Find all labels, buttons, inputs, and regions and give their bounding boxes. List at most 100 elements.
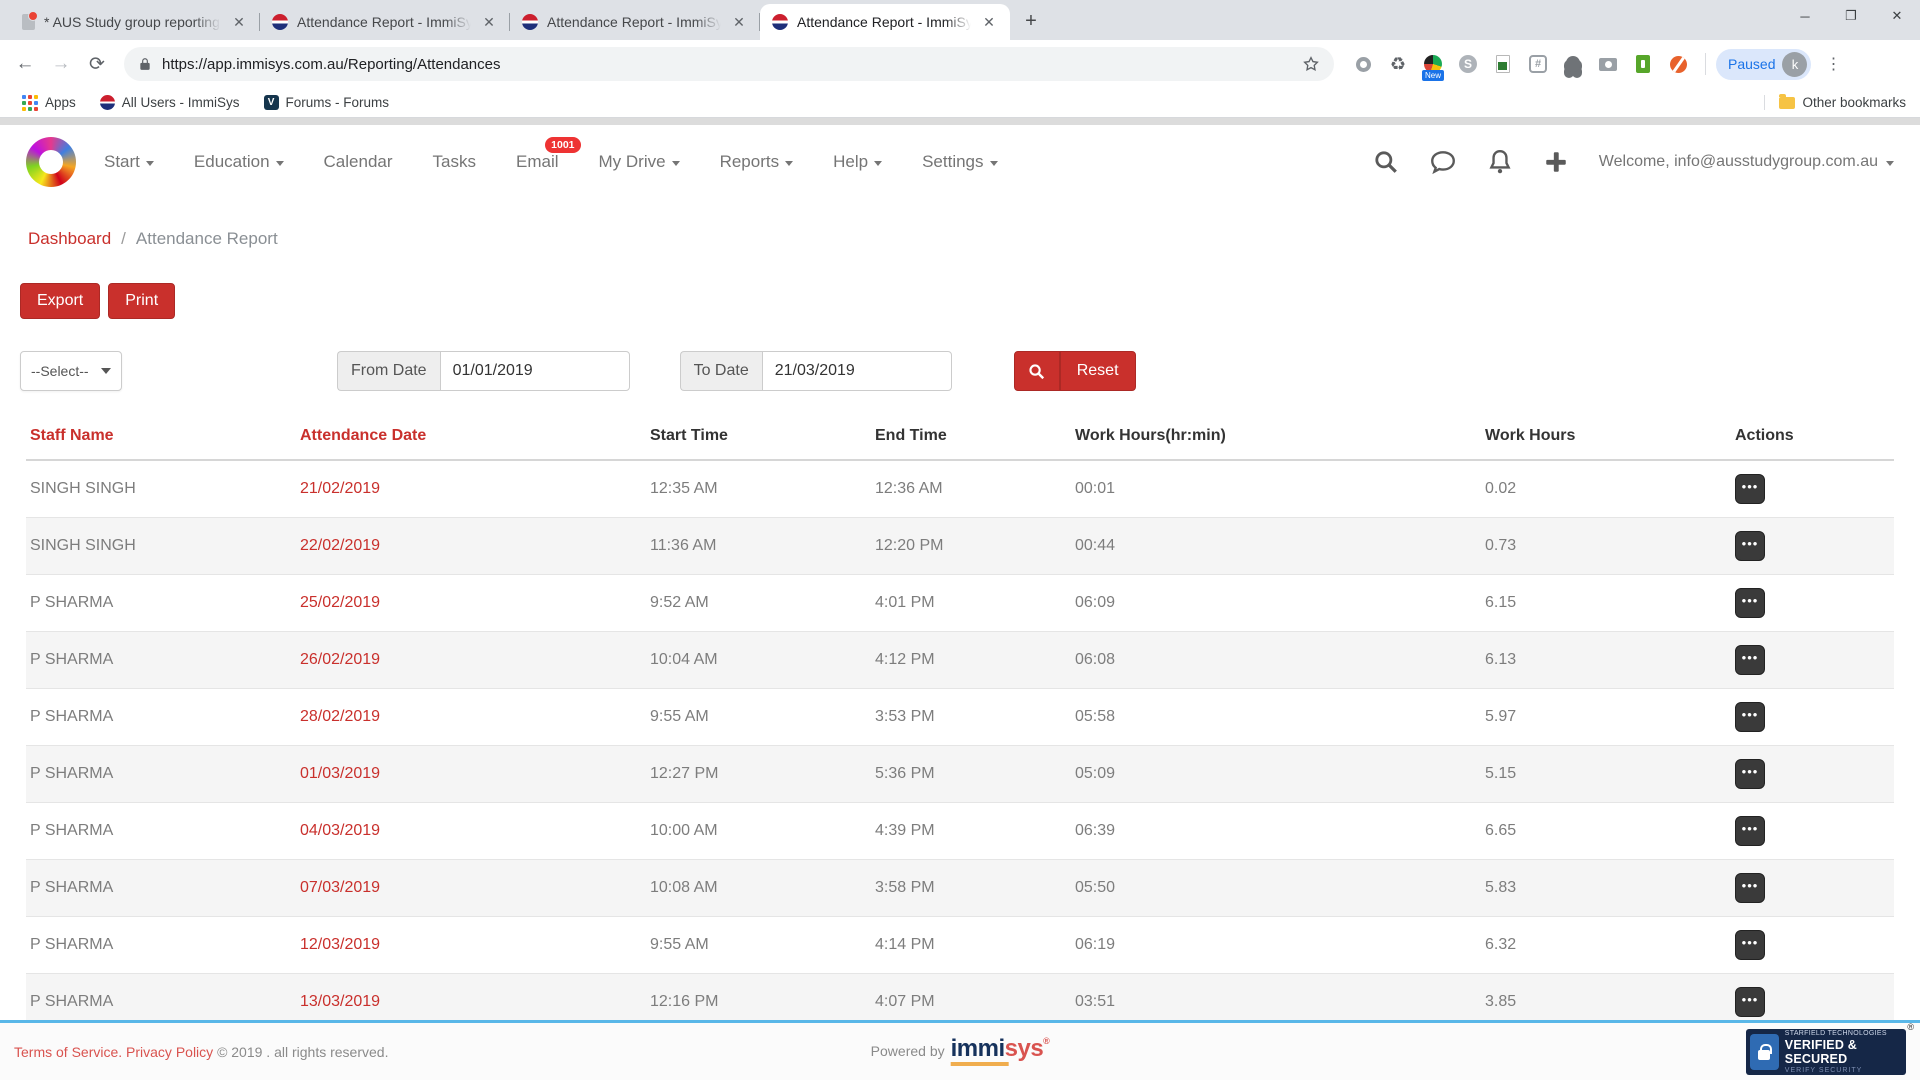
privacy-link[interactable]: Privacy Policy <box>126 1044 213 1060</box>
nav-reports[interactable]: Reports <box>720 152 794 172</box>
bookmark-all-users[interactable]: All Users - ImmiSys <box>92 95 248 110</box>
bookmark-forums[interactable]: V Forums - Forums <box>256 95 398 110</box>
row-actions-button[interactable]: ••• <box>1735 645 1765 675</box>
row-actions-button[interactable]: ••• <box>1735 474 1765 504</box>
extension-gauge-icon[interactable]: New <box>1422 53 1444 75</box>
to-date-input[interactable] <box>762 351 952 391</box>
window-restore-button[interactable]: ❐ <box>1828 0 1874 32</box>
aus-study-group-logo[interactable] <box>26 137 76 187</box>
col-staff-name[interactable]: Staff Name <box>26 427 296 460</box>
row-actions-button[interactable]: ••• <box>1735 987 1765 1017</box>
reset-button[interactable]: Reset <box>1060 351 1136 391</box>
from-date-input[interactable] <box>440 351 630 391</box>
app-navbar: Start Education Calendar Tasks Email1001… <box>0 125 1920 199</box>
row-actions-button[interactable]: ••• <box>1735 759 1765 789</box>
cell-start-time: 9:52 AM <box>646 575 871 632</box>
cell-work-hours: 6.65 <box>1481 803 1731 860</box>
bookmark-star-icon[interactable] <box>1302 55 1320 73</box>
browser-tab-3[interactable]: Attendance Report - ImmiSys ✕ <box>510 4 760 40</box>
row-actions-button[interactable]: ••• <box>1735 702 1765 732</box>
bell-icon[interactable] <box>1487 148 1513 176</box>
cell-attendance-date: 22/02/2019 <box>296 518 646 575</box>
verified-secured-seal[interactable]: STARFIELD TECHNOLOGIES VERIFIED & SECURE… <box>1746 1029 1906 1075</box>
cell-work-hours: 5.15 <box>1481 746 1731 803</box>
table-row: SINGH SINGH 22/02/2019 11:36 AM 12:20 PM… <box>26 518 1894 575</box>
forward-icon[interactable]: → <box>46 49 76 79</box>
bookmark-apps[interactable]: Apps <box>14 95 84 111</box>
to-date-label: To Date <box>680 351 762 391</box>
chevron-down-icon <box>672 161 680 166</box>
breadcrumb-dashboard-link[interactable]: Dashboard <box>28 229 111 249</box>
cell-start-time: 9:55 AM <box>646 689 871 746</box>
cell-staff-name: SINGH SINGH <box>26 518 296 575</box>
terms-link[interactable]: Terms of Service. <box>14 1044 122 1060</box>
print-button[interactable]: Print <box>108 283 175 319</box>
row-actions-button[interactable]: ••• <box>1735 930 1765 960</box>
cell-attendance-date: 12/03/2019 <box>296 917 646 974</box>
search-button[interactable] <box>1014 351 1060 391</box>
extension-recycle-icon[interactable]: ♻ <box>1387 53 1409 75</box>
row-actions-button[interactable]: ••• <box>1735 816 1765 846</box>
chevron-down-icon <box>1886 161 1894 166</box>
nav-start[interactable]: Start <box>104 152 154 172</box>
nav-settings[interactable]: Settings <box>922 152 997 172</box>
extension-phone-icon[interactable] <box>1632 53 1654 75</box>
chevron-down-icon <box>276 161 284 166</box>
tab-title: Attendance Report - ImmiSys <box>297 14 471 30</box>
page-footer: Terms of Service. Privacy Policy © 2019 … <box>0 1020 1920 1080</box>
cell-attendance-date: 26/02/2019 <box>296 632 646 689</box>
sync-paused-badge[interactable]: Paused k <box>1716 49 1811 80</box>
window-close-button[interactable]: ✕ <box>1874 0 1920 32</box>
chat-icon[interactable] <box>1429 149 1457 175</box>
search-icon[interactable] <box>1373 149 1399 175</box>
extension-grid-icon[interactable]: # <box>1527 53 1549 75</box>
nav-education[interactable]: Education <box>194 152 284 172</box>
col-attendance-date[interactable]: Attendance Date <box>296 427 646 460</box>
tab-close-icon[interactable]: ✕ <box>730 13 748 31</box>
col-work-hours-hm: Work Hours(hr:min) <box>1071 427 1481 460</box>
tab-title: Attendance Report - ImmiSys <box>797 14 971 30</box>
cell-attendance-date: 21/02/2019 <box>296 460 646 518</box>
cell-staff-name: P SHARMA <box>26 575 296 632</box>
row-actions-button[interactable]: ••• <box>1735 588 1765 618</box>
nav-tasks[interactable]: Tasks <box>433 152 476 172</box>
tab-close-icon[interactable]: ✕ <box>980 13 998 31</box>
cell-staff-name: P SHARMA <box>26 746 296 803</box>
chrome-menu-icon[interactable]: ⋮ <box>1817 54 1849 74</box>
window-minimize-button[interactable]: ─ <box>1782 0 1828 32</box>
extension-skype-icon[interactable]: S <box>1457 53 1479 75</box>
nav-email[interactable]: Email1001 <box>516 152 559 172</box>
extension-circle-icon[interactable] <box>1352 53 1374 75</box>
other-bookmarks[interactable]: Other bookmarks <box>1764 95 1906 110</box>
extension-camera-icon[interactable] <box>1597 53 1619 75</box>
cell-start-time: 12:35 AM <box>646 460 871 518</box>
tab-close-icon[interactable]: ✕ <box>480 13 498 31</box>
browser-tab-2[interactable]: Attendance Report - ImmiSys ✕ <box>260 4 510 40</box>
plus-icon[interactable] <box>1543 149 1569 175</box>
extension-bug-icon[interactable] <box>1562 53 1584 75</box>
nav-help[interactable]: Help <box>833 152 882 172</box>
row-actions-button[interactable]: ••• <box>1735 873 1765 903</box>
browser-tab-4-active[interactable]: Attendance Report - ImmiSys ✕ <box>760 4 1010 40</box>
cell-work-hours-hm: 05:09 <box>1071 746 1481 803</box>
export-button[interactable]: Export <box>20 283 100 319</box>
reload-icon[interactable]: ⟳ <box>82 49 112 79</box>
staff-select-dropdown[interactable]: --Select-- <box>20 351 122 391</box>
address-bar[interactable]: https://app.immisys.com.au/Reporting/Att… <box>124 47 1334 81</box>
nav-my-drive[interactable]: My Drive <box>599 152 680 172</box>
attendance-table: Staff Name Attendance Date Start Time En… <box>26 427 1894 1080</box>
new-tab-button[interactable]: + <box>1016 6 1046 36</box>
tab-close-icon[interactable]: ✕ <box>230 13 248 31</box>
cell-work-hours-hm: 06:19 <box>1071 917 1481 974</box>
extension-sheet-icon[interactable] <box>1492 53 1514 75</box>
back-icon[interactable]: ← <box>10 49 40 79</box>
extension-ball-icon[interactable] <box>1667 53 1689 75</box>
browser-tab-1[interactable]: * AUS Study group reporting tha ✕ <box>10 4 260 40</box>
profile-avatar[interactable]: k <box>1782 52 1807 77</box>
nav-calendar[interactable]: Calendar <box>324 152 393 172</box>
row-actions-button[interactable]: ••• <box>1735 531 1765 561</box>
cell-work-hours-hm: 05:50 <box>1071 860 1481 917</box>
cell-start-time: 10:04 AM <box>646 632 871 689</box>
col-actions: Actions <box>1731 427 1894 460</box>
welcome-user-menu[interactable]: Welcome, info@ausstudygroup.com.au <box>1599 153 1894 171</box>
